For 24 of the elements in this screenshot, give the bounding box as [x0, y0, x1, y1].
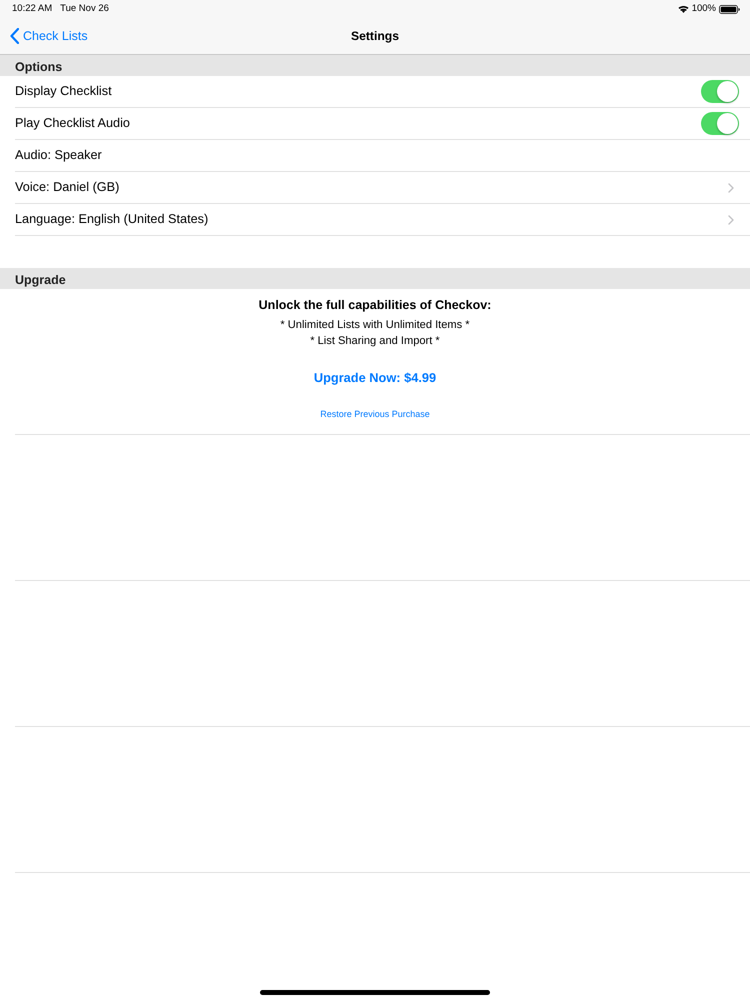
settings-list-item[interactable]: Language: English (United States) — [15, 204, 750, 236]
chevron-right-icon — [728, 182, 734, 192]
feature-text: * Unlimited Lists with Unlimited Items * — [280, 318, 470, 333]
chevron-right-icon — [728, 214, 734, 224]
feature-text: * List Sharing and Import * — [310, 334, 440, 349]
settings-list-item[interactable]: Voice: Daniel (GB) — [15, 172, 750, 204]
upgrade-button[interactable]: Upgrade Now: $4.99 — [314, 369, 436, 387]
status-time: 10:22 AM — [12, 2, 52, 16]
section-header: Upgrade — [15, 273, 66, 287]
upgrade-heading: Unlock the full capabilities of Checkov: — [258, 297, 492, 313]
setting-label: Display Checklist — [15, 82, 112, 100]
back-button[interactable]: Check Lists — [10, 26, 88, 46]
wifi-icon — [678, 5, 689, 13]
section-header: Options — [15, 60, 62, 74]
status-date: Tue Nov 26 — [60, 2, 109, 16]
back-chevron-icon[interactable] — [10, 28, 19, 44]
setting-label: Play Checklist Audio — [15, 114, 130, 132]
battery-icon — [719, 4, 740, 14]
nav-title: Settings — [350, 28, 400, 45]
toggle-switch[interactable] — [701, 80, 739, 103]
battery-percent: 100% — [692, 2, 716, 16]
toggle-switch[interactable] — [701, 112, 739, 135]
restore-purchase-link[interactable]: Restore Previous Purchase — [320, 407, 430, 421]
setting-label: Audio: Speaker — [15, 146, 102, 164]
